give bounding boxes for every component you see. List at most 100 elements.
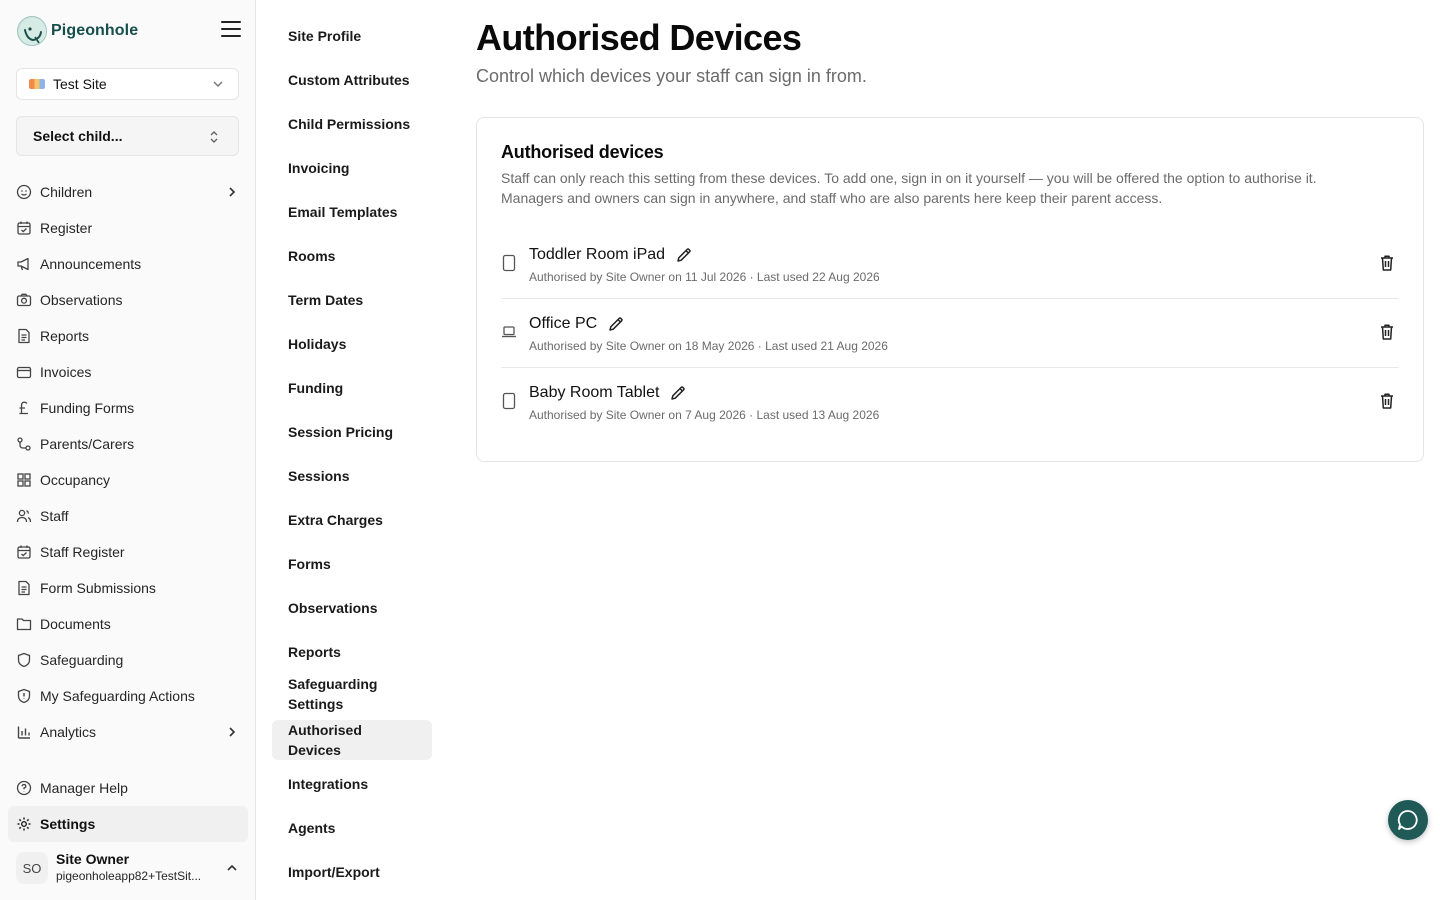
sidebar-item-label: Announcements bbox=[40, 256, 142, 272]
settings-tab-rooms[interactable]: Rooms bbox=[272, 236, 432, 276]
tablet-icon bbox=[501, 254, 517, 277]
authorised-devices-card: Authorised devices Staff can only reach … bbox=[476, 117, 1424, 462]
sidebar-item-occupancy[interactable]: Occupancy bbox=[8, 462, 248, 498]
pencil-icon[interactable] bbox=[675, 246, 693, 264]
sidebar-item-staff-register[interactable]: Staff Register bbox=[8, 534, 248, 570]
child-face-icon bbox=[16, 184, 32, 200]
device-meta: Authorised by Site Owner on 7 Aug 2026 ·… bbox=[529, 408, 880, 422]
settings-tab-session-pricing[interactable]: Session Pricing bbox=[272, 412, 432, 452]
avatar: SO bbox=[16, 852, 48, 884]
settings-tab-observations[interactable]: Observations bbox=[272, 588, 432, 628]
settings-tab-extra-charges[interactable]: Extra Charges bbox=[272, 500, 432, 540]
sidebar-item-label: Occupancy bbox=[40, 472, 111, 488]
chevron-up-down-icon bbox=[210, 131, 218, 143]
sidebar-item-invoices[interactable]: Invoices bbox=[8, 354, 248, 390]
device-name: Baby Room Tablet bbox=[529, 384, 660, 401]
menu-toggle-icon[interactable] bbox=[221, 21, 243, 43]
shield-alert-icon bbox=[16, 688, 32, 704]
megaphone-icon bbox=[16, 256, 32, 272]
page-subtitle: Control which devices your staff can sig… bbox=[476, 66, 867, 86]
sidebar-item-safeguarding[interactable]: Safeguarding bbox=[8, 642, 248, 678]
sidebar-item-my-safeguarding-actions[interactable]: My Safeguarding Actions bbox=[8, 678, 248, 714]
settings-tab-forms[interactable]: Forms bbox=[272, 544, 432, 584]
user-email: pigeonholeapp82+TestSit... bbox=[56, 869, 202, 883]
user-name: Site Owner bbox=[56, 851, 130, 867]
device-meta: Authorised by Site Owner on 11 Jul 2026 … bbox=[529, 270, 880, 284]
settings-tab-term-dates[interactable]: Term Dates bbox=[272, 280, 432, 320]
sidebar-item-label: Form Submissions bbox=[40, 580, 156, 596]
device-row: Office PC Authorised by Site Owner on 18 … bbox=[501, 299, 1399, 368]
card-title: Authorised devices bbox=[501, 142, 664, 162]
file-text-icon bbox=[16, 580, 32, 596]
sidebar-item-reports[interactable]: Reports bbox=[8, 318, 248, 354]
sidebar-item-settings[interactable]: Settings bbox=[8, 806, 248, 842]
device-list: Toddler Room iPad Authorised by Site Owne… bbox=[501, 230, 1399, 437]
user-menu[interactable]: SO Site Owner pigeonholeapp82+TestSit... bbox=[8, 846, 248, 890]
sidebar-item-label: Register bbox=[40, 220, 93, 236]
sidebar-item-label: Documents bbox=[40, 616, 111, 632]
settings-tab-invoicing[interactable]: Invoicing bbox=[272, 148, 432, 188]
settings-tab-safeguarding-settings[interactable]: Safeguarding Settings bbox=[272, 672, 432, 716]
settings-tab-agents[interactable]: Agents bbox=[272, 808, 432, 848]
sidebar: Pigeonhole Test Site Select child... Chi… bbox=[0, 0, 256, 900]
settings-tab-integrations[interactable]: Integrations bbox=[272, 764, 432, 804]
brand[interactable]: Pigeonhole bbox=[17, 16, 138, 46]
settings-tab-import-export[interactable]: Import/Export bbox=[272, 852, 432, 892]
settings-tab-child-permissions[interactable]: Child Permissions bbox=[272, 104, 432, 144]
sidebar-item-parents-carers[interactable]: Parents/Carers bbox=[8, 426, 248, 462]
sidebar-item-register[interactable]: Register bbox=[8, 210, 248, 246]
sidebar-item-label: Staff Register bbox=[40, 544, 125, 560]
trash-icon[interactable] bbox=[1379, 254, 1395, 277]
settings-tab-custom-attributes[interactable]: Custom Attributes bbox=[272, 60, 432, 100]
sidebar-item-label: Children bbox=[40, 184, 93, 200]
sidebar-item-staff[interactable]: Staff bbox=[8, 498, 248, 534]
sidebar-item-label: Observations bbox=[40, 292, 123, 308]
sidebar-item-announcements[interactable]: Announcements bbox=[8, 246, 248, 282]
chat-bubble-icon bbox=[1397, 810, 1418, 830]
settings-tab-authorised-devices[interactable]: Authorised Devices bbox=[272, 720, 432, 760]
sidebar-item-funding-forms[interactable]: Funding Forms bbox=[8, 390, 248, 426]
trash-icon[interactable] bbox=[1379, 392, 1395, 415]
settings-subnav: Site Profile Custom Attributes Child Permi… bbox=[272, 16, 432, 896]
pencil-icon[interactable] bbox=[607, 315, 625, 333]
calendar-check-icon bbox=[16, 544, 32, 560]
settings-tab-funding[interactable]: Funding bbox=[272, 368, 432, 408]
gear-icon bbox=[16, 816, 32, 832]
sidebar-item-documents[interactable]: Documents bbox=[8, 606, 248, 642]
folder-icon bbox=[16, 616, 32, 632]
camera-icon bbox=[16, 292, 32, 308]
pound-icon bbox=[16, 400, 32, 416]
chevron-down-icon bbox=[213, 81, 223, 88]
chat-button[interactable] bbox=[1388, 800, 1428, 840]
settings-tab-site-profile[interactable]: Site Profile bbox=[272, 16, 432, 56]
child-select[interactable]: Select child... bbox=[16, 116, 239, 156]
laptop-icon bbox=[501, 323, 517, 346]
sidebar-item-children[interactable]: Children bbox=[8, 174, 248, 210]
file-text-icon bbox=[16, 328, 32, 344]
sidebar-item-observations[interactable]: Observations bbox=[8, 282, 248, 318]
settings-tab-reports[interactable]: Reports bbox=[272, 632, 432, 672]
sidebar-item-label: My Safeguarding Actions bbox=[40, 688, 195, 704]
help-circle-icon bbox=[16, 780, 32, 796]
tablet-icon bbox=[501, 392, 517, 415]
users-icon bbox=[16, 508, 32, 524]
calendar-check-icon bbox=[16, 220, 32, 236]
sidebar-item-analytics[interactable]: Analytics bbox=[8, 714, 248, 750]
wallet-icon bbox=[16, 364, 32, 380]
card-description: Staff can only reach this setting from t… bbox=[501, 170, 1317, 206]
settings-tab-holidays[interactable]: Holidays bbox=[272, 324, 432, 364]
bar-chart-icon bbox=[16, 724, 32, 740]
link-icon bbox=[16, 436, 32, 452]
sidebar-item-label: Safeguarding bbox=[40, 652, 124, 668]
settings-tab-email-templates[interactable]: Email Templates bbox=[272, 192, 432, 232]
sidebar-item-form-submissions[interactable]: Form Submissions bbox=[8, 570, 248, 606]
sidebar-item-label: Reports bbox=[40, 328, 90, 344]
trash-icon[interactable] bbox=[1379, 323, 1395, 346]
chevron-right-icon bbox=[226, 185, 238, 202]
pencil-icon[interactable] bbox=[669, 384, 687, 402]
sidebar-item-manager-help[interactable]: Manager Help bbox=[8, 770, 248, 806]
settings-tab-sessions[interactable]: Sessions bbox=[272, 456, 432, 496]
sidebar-item-label: Parents/Carers bbox=[40, 436, 135, 452]
site-select[interactable]: Test Site bbox=[16, 68, 239, 100]
grid-icon bbox=[16, 472, 32, 488]
